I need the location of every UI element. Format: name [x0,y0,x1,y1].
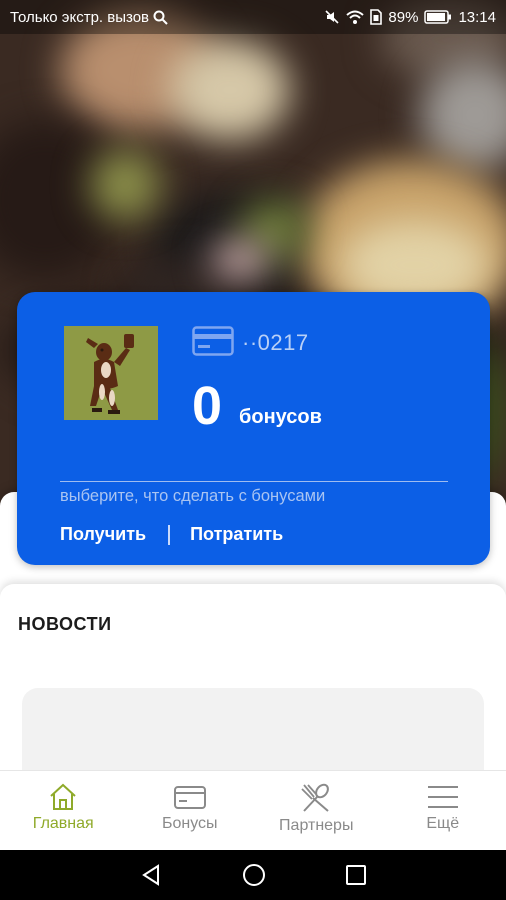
nav-item-home[interactable]: Главная [0,771,127,851]
nav-label-partners: Партнеры [279,817,354,834]
card-number: ··0217 [242,330,309,355]
bonus-count: 0 [192,376,223,436]
brand-logo [64,326,158,420]
sim-icon [370,9,383,25]
card-divider [60,481,448,482]
home-icon [50,783,76,810]
nav-label-home: Главная [32,815,94,832]
nav-label-more: Ещё [426,815,460,832]
utensils-icon [301,783,330,812]
bonus-card[interactable]: ··0217 0 бонусов выберите, что сделать с… [17,292,490,565]
search-icon [153,10,168,25]
mute-icon [325,10,339,24]
bottom-navigation: Главная Бонусы Партнеры Ещё [0,770,506,851]
bonus-label: бонусов [239,406,322,428]
bonus-actions: Получить Потратить [60,524,283,545]
menu-icon [427,786,458,808]
battery-percent: 89% [388,8,419,26]
spend-bonus-button[interactable]: Потратить [190,524,283,545]
bonus-hint: выберите, что сделать с бонусами [60,487,326,505]
news-title: НОВОСТИ [18,614,112,634]
status-bar: Только экстр. вызов 89% 13:14 [0,0,506,34]
clock: 13:14 [458,8,496,26]
wifi-icon [346,10,365,24]
card-icon [173,786,206,809]
card-icon [192,326,234,356]
nav-item-more[interactable]: Ещё [380,771,506,851]
actions-separator [168,524,171,545]
nav-item-bonuses[interactable]: Бонусы [127,771,254,851]
home-circle-icon[interactable] [241,862,267,888]
app-screen: Только экстр. вызов 89% 13:14 НОВОСТИ ··… [0,0,506,900]
carrier-text: Только экстр. вызов [10,8,150,26]
nav-label-bonuses: Бонусы [161,815,218,832]
back-icon[interactable] [139,863,163,887]
nav-item-partners[interactable]: Партнеры [253,771,380,851]
get-bonus-button[interactable]: Получить [60,524,146,545]
recents-icon[interactable] [345,864,367,886]
system-navigation-bar [0,850,506,900]
battery-icon [424,10,452,24]
